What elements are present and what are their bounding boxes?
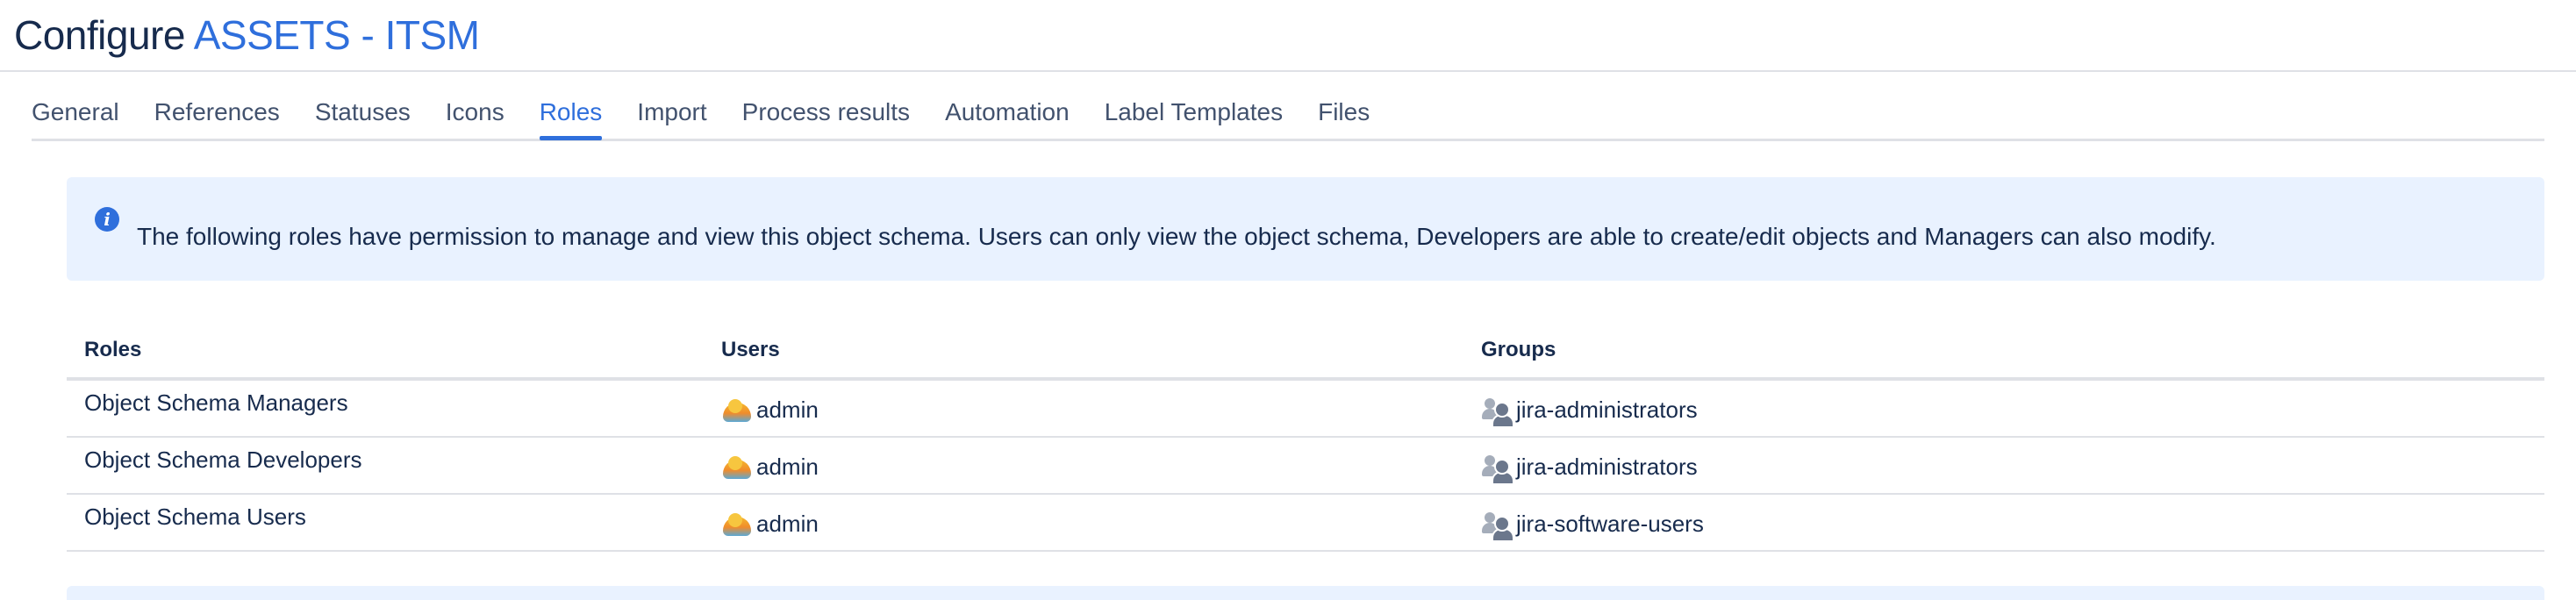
group-name[interactable]: jira-software-users [1516,511,1704,538]
column-header-groups: Groups [1463,323,2544,381]
tab-files[interactable]: Files [1318,93,1370,139]
group-icon [1481,511,1514,542]
header-divider [0,70,2576,72]
role-name: Object Schema Developers [84,446,362,473]
group-icon [1481,454,1514,485]
group-name[interactable]: jira-administrators [1516,396,1698,424]
user-cell: admin [704,437,1463,495]
user-cell: admin [704,494,1463,552]
group-cell: jira-software-users [1463,494,2544,552]
group-cell: jira-administrators [1463,379,2544,438]
column-header-users: Users [704,323,1463,381]
page-title: Configure ASSETS - ITSM [14,9,480,61]
group-name[interactable]: jira-administrators [1516,454,1698,481]
table-row: Object Schema Developers admin jira-admi… [67,437,2544,495]
tab-references[interactable]: References [154,93,280,139]
tab-automation[interactable]: Automation [945,93,1070,139]
table-header-row: Roles Users Groups [67,323,2544,381]
roles-table: Roles Users Groups Object Schema Manager… [67,323,2544,552]
page-title-prefix: Configure [14,12,185,58]
next-info-panel [67,586,2544,600]
tab-roles[interactable]: Roles [539,93,602,140]
info-panel: i The following roles have permission to… [67,177,2544,281]
tab-label-templates[interactable]: Label Templates [1105,93,1283,139]
group-cell: jira-administrators [1463,437,2544,495]
column-header-roles: Roles [67,323,704,381]
role-name: Object Schema Users [84,504,306,530]
user-name[interactable]: admin [756,511,819,538]
info-message: The following roles have permission to m… [137,223,2216,250]
tab-statuses[interactable]: Statuses [315,93,411,139]
role-name: Object Schema Managers [84,389,348,416]
group-icon [1481,396,1514,428]
tab-process-results[interactable]: Process results [742,93,910,139]
user-avatar-icon [721,398,751,422]
role-cell: Object Schema Managers [67,379,704,438]
role-cell: Object Schema Users [67,494,704,552]
user-avatar-icon [721,455,751,479]
user-cell: admin [704,379,1463,438]
info-icon: i [95,207,119,232]
user-avatar-icon [721,512,751,536]
user-name[interactable]: admin [756,396,819,424]
tab-import[interactable]: Import [637,93,706,139]
table-row: Object Schema Managers admin jira-admini… [67,379,2544,438]
table-row: Object Schema Users admin jira-software-… [67,494,2544,552]
tab-bar: General References Statuses Icons Roles … [32,93,2544,142]
configure-page: Configure ASSETS - ITSM General Referenc… [0,0,2576,600]
tab-general[interactable]: General [32,93,119,139]
project-name-link[interactable]: ASSETS - ITSM [194,12,480,58]
role-cell: Object Schema Developers [67,437,704,495]
user-name[interactable]: admin [756,454,819,481]
tab-icons[interactable]: Icons [446,93,504,139]
